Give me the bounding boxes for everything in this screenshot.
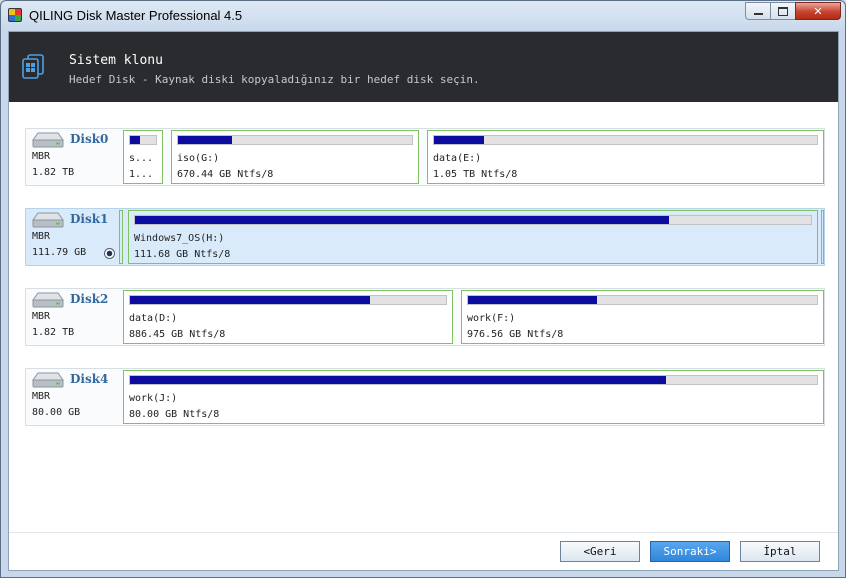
partition-label: iso(G:) xyxy=(177,153,220,164)
wizard-content: Sistem klonu Hedef Disk - Kaynak diski k… xyxy=(8,31,839,571)
disk-name: Disk4 xyxy=(70,372,109,386)
usage-fill xyxy=(135,216,670,224)
disk-size: 1.82 TB xyxy=(32,167,75,178)
disk-row-disk0[interactable]: Disk0 MBR 1.82 TB s... 1... iso(G:) 670.… xyxy=(25,128,825,186)
disk-name: Disk1 xyxy=(70,212,109,226)
disk-name: Disk0 xyxy=(70,132,109,146)
disk-info: Disk0 MBR 1.82 TB xyxy=(26,129,120,185)
footer-divider xyxy=(9,532,838,533)
partition-disk1-hidden[interactable] xyxy=(119,210,123,264)
disk-size: 1.82 TB xyxy=(32,327,75,338)
disk-info: Disk4 MBR 80.00 GB xyxy=(26,369,120,425)
partition-detail: 670.44 GB Ntfs/8 xyxy=(177,169,274,180)
disk-type: MBR xyxy=(32,311,51,322)
disk-type: MBR xyxy=(32,151,51,162)
usage-fill xyxy=(434,136,484,144)
next-button[interactable]: Sonraki> xyxy=(650,541,730,562)
disk-type: MBR xyxy=(32,391,51,402)
partition-disk0-p3[interactable]: data(E:) 1.05 TB Ntfs/8 xyxy=(427,130,824,184)
cancel-button[interactable]: İptal xyxy=(740,541,820,562)
minimize-icon xyxy=(753,13,763,15)
hard-disk-icon xyxy=(32,212,64,228)
usage-bar xyxy=(177,135,413,145)
partition-label: s... xyxy=(129,153,154,164)
close-button[interactable]: ✕ xyxy=(795,2,841,20)
partition-detail: 976.56 GB Ntfs/8 xyxy=(467,329,564,340)
app-window: QILING Disk Master Professional 4.5 ✕ Si… xyxy=(0,0,846,578)
partition-detail: 886.45 GB Ntfs/8 xyxy=(129,329,226,340)
window-controls: ✕ xyxy=(745,2,841,20)
disk-row-disk4[interactable]: Disk4 MBR 80.00 GB work(J:) 80.00 GB Ntf… xyxy=(25,368,825,426)
page-subtitle: Hedef Disk - Kaynak diski kopyaladığınız… xyxy=(69,73,480,86)
partition-detail: 80.00 GB Ntfs/8 xyxy=(129,409,220,420)
partition-disk0-p2[interactable]: iso(G:) 670.44 GB Ntfs/8 xyxy=(171,130,419,184)
usage-bar xyxy=(129,135,157,145)
partition-label: data(D:) xyxy=(129,313,178,324)
app-logo-icon xyxy=(8,8,22,22)
partition-disk0-p1[interactable]: s... 1... xyxy=(123,130,163,184)
partition-label: work(J:) xyxy=(129,393,178,404)
disk-row-disk1[interactable]: Disk1 MBR 111.79 GB Windows7_OS(H:) 111.… xyxy=(25,208,825,266)
back-button[interactable]: <Geri xyxy=(560,541,640,562)
disk-size: 111.79 GB xyxy=(32,247,87,258)
partition-disk2-p2[interactable]: work(F:) 976.56 GB Ntfs/8 xyxy=(461,290,824,344)
hard-disk-icon xyxy=(32,372,64,388)
clone-disk-icon xyxy=(22,54,44,79)
usage-fill xyxy=(130,296,371,304)
disk-type: MBR xyxy=(32,231,51,242)
usage-bar xyxy=(129,375,818,385)
partition-disk4-p1[interactable]: work(J:) 80.00 GB Ntfs/8 xyxy=(123,370,824,424)
partition-detail: 111.68 GB Ntfs/8 xyxy=(134,249,231,260)
disk-select-radio[interactable] xyxy=(104,248,115,259)
partition-label: data(E:) xyxy=(433,153,482,164)
close-icon: ✕ xyxy=(813,4,823,18)
hard-disk-icon xyxy=(32,132,64,148)
title-bar[interactable]: QILING Disk Master Professional 4.5 ✕ xyxy=(1,1,845,31)
disk-info: Disk1 MBR 111.79 GB xyxy=(26,209,120,265)
disk-row-disk2[interactable]: Disk2 MBR 1.82 TB data(D:) 886.45 GB Ntf… xyxy=(25,288,825,346)
usage-fill xyxy=(178,136,232,144)
usage-bar xyxy=(129,295,447,305)
usage-fill xyxy=(468,296,598,304)
page-title: Sistem klonu xyxy=(69,53,163,68)
partition-label: work(F:) xyxy=(467,313,516,324)
usage-fill xyxy=(130,376,666,384)
usage-fill xyxy=(130,136,141,144)
partition-disk1-tail[interactable] xyxy=(821,210,824,264)
minimize-button[interactable] xyxy=(745,2,771,20)
partition-disk1-p1[interactable]: Windows7_OS(H:) 111.68 GB Ntfs/8 xyxy=(128,210,818,264)
usage-bar xyxy=(467,295,818,305)
partition-disk2-p1[interactable]: data(D:) 886.45 GB Ntfs/8 xyxy=(123,290,453,344)
wizard-header: Sistem klonu Hedef Disk - Kaynak diski k… xyxy=(9,32,838,102)
partition-label: Windows7_OS(H:) xyxy=(134,233,225,244)
maximize-button[interactable] xyxy=(770,2,796,20)
partition-detail: 1... xyxy=(129,169,154,180)
hard-disk-icon xyxy=(32,292,64,308)
disk-size: 80.00 GB xyxy=(32,407,81,418)
usage-bar xyxy=(433,135,818,145)
window-title: QILING Disk Master Professional 4.5 xyxy=(29,8,243,23)
usage-bar xyxy=(134,215,812,225)
maximize-icon xyxy=(778,6,788,16)
partition-detail: 1.05 TB Ntfs/8 xyxy=(433,169,518,180)
disk-name: Disk2 xyxy=(70,292,109,306)
disk-info: Disk2 MBR 1.82 TB xyxy=(26,289,120,345)
